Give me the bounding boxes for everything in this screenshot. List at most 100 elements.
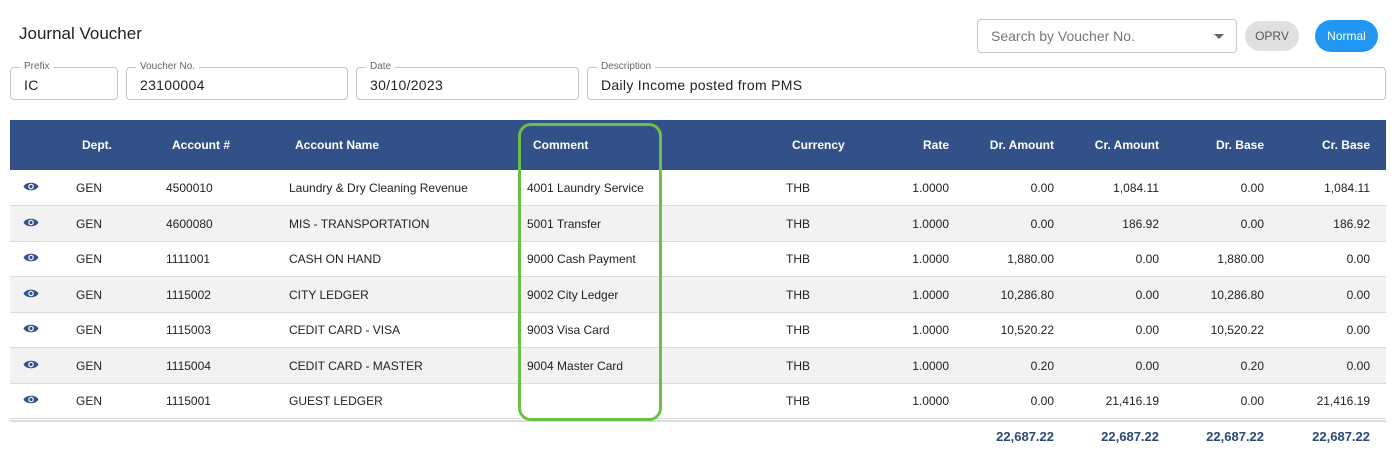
cell-account-no: 1111001 bbox=[166, 252, 211, 266]
search-input[interactable] bbox=[978, 20, 1198, 52]
cell-cr-base: 0.00 bbox=[1346, 252, 1370, 266]
description-field[interactable]: Description Daily Income posted from PMS bbox=[587, 60, 1386, 100]
cell-comment: 9002 City Ledger bbox=[527, 287, 619, 302]
eye-icon[interactable] bbox=[23, 323, 39, 334]
cell-cr-base: 0.00 bbox=[1346, 287, 1370, 302]
cell-cr-amount: 0.00 bbox=[1135, 323, 1159, 337]
cell-dept: GEN bbox=[76, 323, 103, 337]
table-row[interactable]: GEN 1115001 GUEST LEDGER THB 1.0000 0.00 21,41… bbox=[10, 383, 1386, 419]
table-row[interactable]: GEN 4600080 MIS - TRANSPORTATION 5001 Trans… bbox=[10, 205, 1386, 242]
cell-cr-amount: 21,416.19 bbox=[1105, 394, 1159, 408]
cell-dept: GEN bbox=[76, 181, 103, 195]
cell-dr-amount: 0.00 bbox=[1030, 181, 1054, 195]
cell-comment: 9000 Cash Payment bbox=[527, 252, 636, 266]
col-cr-amount[interactable]: Cr. Amount bbox=[1075, 120, 1159, 170]
prefix-field[interactable]: Prefix IC bbox=[10, 60, 118, 100]
cell-dr-amount: 10,286.80 bbox=[1000, 287, 1054, 302]
date-label: Date bbox=[366, 60, 396, 74]
cell-rate: 1.0000 bbox=[912, 252, 949, 266]
cell-comment: 5001 Transfer bbox=[527, 216, 602, 231]
cell-dr-base: 0.00 bbox=[1240, 394, 1264, 408]
cell-account-name: CEDIT CARD - MASTER bbox=[289, 358, 423, 373]
cell-rate: 1.0000 bbox=[912, 394, 949, 408]
cell-rate: 1.0000 bbox=[912, 216, 949, 231]
cell-account-name: MIS - TRANSPORTATION bbox=[289, 216, 430, 231]
col-cr-base[interactable]: Cr. Base bbox=[1285, 120, 1370, 170]
cell-cr-base: 0.00 bbox=[1346, 358, 1370, 373]
description-label: Description bbox=[597, 60, 656, 74]
cell-currency: THB bbox=[786, 181, 810, 195]
cell-dr-base: 0.00 bbox=[1240, 216, 1264, 231]
cell-dr-amount: 0.20 bbox=[1030, 358, 1054, 373]
cell-account-name: GUEST LEDGER bbox=[289, 394, 383, 408]
cell-dept: GEN bbox=[76, 216, 103, 231]
voucher-no-value: 23100004 bbox=[140, 77, 205, 93]
col-rate[interactable]: Rate bbox=[890, 120, 949, 170]
cell-account-no: 1115003 bbox=[166, 323, 211, 337]
eye-icon[interactable] bbox=[23, 394, 39, 405]
cell-cr-amount: 186.92 bbox=[1122, 216, 1159, 231]
voucher-search-select[interactable] bbox=[977, 19, 1237, 53]
cell-comment bbox=[527, 383, 667, 419]
cell-cr-base: 186.92 bbox=[1333, 216, 1370, 231]
cell-cr-base: 21,416.19 bbox=[1316, 394, 1370, 408]
col-currency[interactable]: Currency bbox=[792, 120, 845, 170]
total-cr-base: 22,687.22 bbox=[1312, 429, 1370, 444]
table-row[interactable]: GEN 1115004 CEDIT CARD - MASTER 9004 Master… bbox=[10, 347, 1386, 384]
cell-rate: 1.0000 bbox=[912, 287, 949, 302]
cell-currency: THB bbox=[786, 323, 810, 337]
description-value: Daily Income posted from PMS bbox=[601, 77, 803, 93]
eye-icon[interactable] bbox=[23, 252, 39, 263]
date-value: 30/10/2023 bbox=[370, 77, 444, 93]
cell-dr-base: 0.00 bbox=[1240, 181, 1264, 195]
cell-currency: THB bbox=[786, 358, 810, 373]
eye-icon[interactable] bbox=[23, 181, 39, 192]
total-dr-amount: 22,687.22 bbox=[996, 429, 1054, 444]
page-title: Journal Voucher bbox=[19, 24, 142, 43]
voucher-no-field[interactable]: Voucher No. 23100004 bbox=[126, 60, 348, 100]
cell-dr-base: 1,880.00 bbox=[1217, 252, 1264, 266]
cell-currency: THB bbox=[786, 252, 810, 266]
cell-rate: 1.0000 bbox=[912, 181, 949, 195]
cell-account-no: 4600080 bbox=[166, 216, 213, 231]
prefix-label: Prefix bbox=[20, 60, 54, 74]
cell-comment: 4001 Laundry Service bbox=[527, 181, 644, 195]
cell-currency: THB bbox=[786, 394, 810, 408]
col-comment[interactable]: Comment bbox=[533, 120, 588, 170]
col-dr-base[interactable]: Dr. Base bbox=[1180, 120, 1264, 170]
cell-currency: THB bbox=[786, 216, 810, 231]
cell-dept: GEN bbox=[76, 358, 103, 373]
cell-cr-base: 1,084.11 bbox=[1324, 181, 1370, 195]
prefix-value: IC bbox=[24, 77, 39, 93]
cell-dr-base: 10,520.22 bbox=[1210, 323, 1264, 337]
col-dr-amount[interactable]: Dr. Amount bbox=[970, 120, 1054, 170]
col-account-name[interactable]: Account Name bbox=[295, 120, 379, 170]
cell-account-no: 1115001 bbox=[166, 394, 211, 408]
eye-icon[interactable] bbox=[23, 288, 39, 299]
cell-dept: GEN bbox=[76, 252, 103, 266]
table-row[interactable]: GEN 1111001 CASH ON HAND 9000 Cash Payment T… bbox=[10, 241, 1386, 277]
oprv-button[interactable]: OPRV bbox=[1245, 21, 1299, 51]
cell-account-name: CASH ON HAND bbox=[289, 252, 382, 266]
col-account-no[interactable]: Account # bbox=[172, 120, 230, 170]
table-header: Dept. Account # Account Name Comment Cur… bbox=[10, 120, 1386, 170]
cell-dept: GEN bbox=[76, 394, 103, 408]
date-field[interactable]: Date 30/10/2023 bbox=[356, 60, 579, 100]
table-row[interactable]: GEN 4500010 Laundry & Dry Cleaning Revenue… bbox=[10, 170, 1386, 206]
eye-icon[interactable] bbox=[23, 217, 39, 228]
chevron-down-icon[interactable] bbox=[1214, 34, 1224, 39]
cell-account-no: 4500010 bbox=[166, 181, 213, 195]
col-dept[interactable]: Dept. bbox=[82, 120, 112, 170]
normal-button[interactable]: Normal bbox=[1315, 20, 1378, 52]
table-row[interactable]: GEN 1115002 CITY LEDGER 9002 City Ledger THB… bbox=[10, 276, 1386, 313]
table-row[interactable]: GEN 1115003 CEDIT CARD - VISA 9003 Visa Car… bbox=[10, 312, 1386, 348]
cell-account-name: Laundry & Dry Cleaning Revenue bbox=[289, 181, 468, 195]
cell-rate: 1.0000 bbox=[912, 358, 949, 373]
totals-divider bbox=[10, 420, 1386, 422]
cell-dr-amount: 1,880.00 bbox=[1007, 252, 1054, 266]
cell-cr-amount: 1,084.11 bbox=[1113, 181, 1159, 195]
cell-cr-amount: 0.00 bbox=[1135, 287, 1159, 302]
cell-account-no: 1115004 bbox=[166, 358, 211, 373]
cell-dr-amount: 0.00 bbox=[1030, 394, 1054, 408]
eye-icon[interactable] bbox=[23, 359, 39, 370]
